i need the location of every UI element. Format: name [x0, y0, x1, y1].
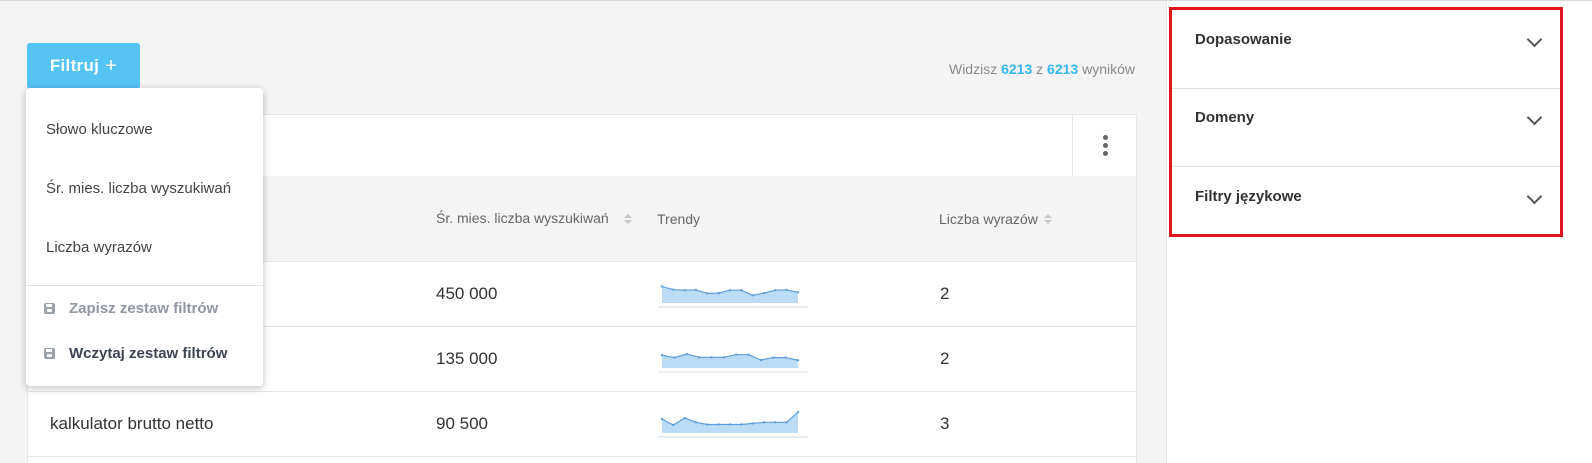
sparkline-point: [697, 355, 701, 359]
accordion-domeny[interactable]: Domeny: [1172, 88, 1560, 167]
chevron-down-icon: [1526, 188, 1543, 205]
sparkline-point: [796, 358, 800, 361]
sparkline-point: [774, 420, 777, 424]
sparkline-point: [694, 420, 698, 424]
floppy-disk-icon: [44, 303, 55, 314]
column-header-trend: Trendy: [657, 176, 700, 261]
accordion-filtry-jezykowe[interactable]: Filtry językowe: [1172, 167, 1560, 245]
sparkline-point: [683, 288, 686, 291]
menu-item-keyword[interactable]: Słowo kluczowe: [46, 121, 153, 138]
kebab-icon: [1103, 135, 1108, 156]
sparkline-point: [660, 417, 664, 420]
volume-cell: 450 000: [436, 283, 498, 303]
results-total: 6213: [1047, 61, 1079, 77]
words-cell: 2: [940, 283, 950, 303]
plus-icon: +: [105, 55, 118, 77]
accordion-label: Dopasowanie: [1195, 31, 1292, 48]
chevron-down-icon: [1526, 109, 1543, 126]
column-header-words-label: Liczba wyrazów: [939, 210, 1038, 227]
sparkline-point: [751, 421, 754, 425]
accordion-dopasowanie[interactable]: Dopasowanie: [1172, 10, 1560, 89]
sort-icon[interactable]: [618, 176, 632, 261]
trend-sparkline: [658, 326, 808, 391]
sparkline-point: [751, 293, 754, 296]
save-filter-set-label: Zapisz zestaw filtrów: [69, 300, 219, 317]
sparkline-point: [722, 355, 726, 359]
sparkline-point: [660, 284, 664, 288]
results-sep: z: [1036, 61, 1044, 77]
results-count: Widzisz 6213 z 6213 wyników: [949, 61, 1135, 77]
accordion-label: Filtry językowe: [1195, 188, 1302, 205]
volume-cell: 90 500: [436, 413, 488, 433]
filter-button[interactable]: Filtruj +: [27, 43, 140, 89]
menu-item-search-volume[interactable]: Śr. mies. liczba wyszukiwań: [46, 180, 231, 197]
filter-accordion-highlight: Dopasowanie Domeny Filtry językowe: [1169, 7, 1563, 237]
sparkline-point: [683, 416, 686, 419]
filter-dropdown-menu: Słowo kluczowe Śr. mies. liczba wyszukiw…: [26, 88, 263, 386]
sparkline-point: [673, 355, 676, 359]
trend-sparkline: [658, 261, 808, 326]
sparkline-point: [706, 422, 709, 426]
menu-divider: [26, 285, 263, 286]
sparkline-point: [740, 288, 743, 291]
sparkline-point: [747, 352, 750, 356]
load-filter-set-button[interactable]: Wczytaj zestaw filtrów: [44, 345, 227, 362]
column-header-search-volume[interactable]: Śr. mies. liczba wyszukiwań: [436, 176, 626, 261]
sparkline-point: [796, 290, 800, 294]
results-prefix: Widzisz: [948, 61, 998, 77]
words-cell: 2: [940, 348, 950, 368]
sort-icon: [1043, 213, 1052, 224]
column-header-words[interactable]: Liczba wyrazów: [939, 176, 1052, 261]
sparkline-point: [717, 422, 720, 426]
column-header-trend-label: Trendy: [657, 210, 701, 227]
menu-item-word-count[interactable]: Liczba wyrazów: [46, 239, 152, 256]
table-row[interactable]: kalkulator brutto netto 90 500 3: [28, 391, 1136, 457]
sparkline-point: [759, 358, 763, 361]
accordion-label: Domeny: [1195, 109, 1255, 126]
sparkline-point: [785, 420, 788, 424]
save-filter-set-button[interactable]: Zapisz zestaw filtrów: [44, 300, 218, 317]
sparkline-point: [762, 291, 766, 294]
chevron-down-icon: [1526, 31, 1543, 48]
sparkline-point: [734, 352, 738, 356]
filter-button-label: Filtruj: [49, 56, 100, 75]
sparkline-point: [694, 288, 698, 291]
volume-cell: 135 000: [436, 348, 498, 368]
sparkline-point: [728, 288, 732, 291]
sparkline-point: [672, 423, 675, 426]
results-shown: 6213: [1001, 61, 1033, 77]
keyword-cell: kalkulator brutto netto: [50, 413, 214, 433]
sparkline-point: [728, 422, 732, 426]
results-suffix: wyników: [1082, 61, 1135, 77]
sparkline-point: [762, 420, 766, 424]
sparkline-point: [772, 355, 775, 359]
sparkline-point: [740, 422, 743, 426]
floppy-disk-icon: [44, 348, 55, 359]
sparkline-point: [710, 355, 713, 359]
sparkline-point: [672, 287, 675, 291]
sparkline-point: [774, 288, 777, 291]
more-options-button[interactable]: [1072, 115, 1138, 176]
sparkline-point: [660, 353, 664, 356]
sparkline-point: [785, 288, 788, 291]
sparkline-point: [717, 291, 720, 294]
column-header-search-volume-label: Śr. mies. liczba wyszukiwań: [436, 210, 609, 226]
words-cell: 3: [940, 413, 950, 433]
trend-sparkline: [658, 391, 808, 456]
load-filter-set-label: Wczytaj zestaw filtrów: [69, 345, 228, 362]
sparkline-point: [796, 410, 800, 413]
sparkline-point: [685, 352, 688, 355]
sparkline-area: [662, 285, 798, 303]
sparkline-point: [784, 355, 787, 359]
sparkline-point: [706, 291, 709, 295]
